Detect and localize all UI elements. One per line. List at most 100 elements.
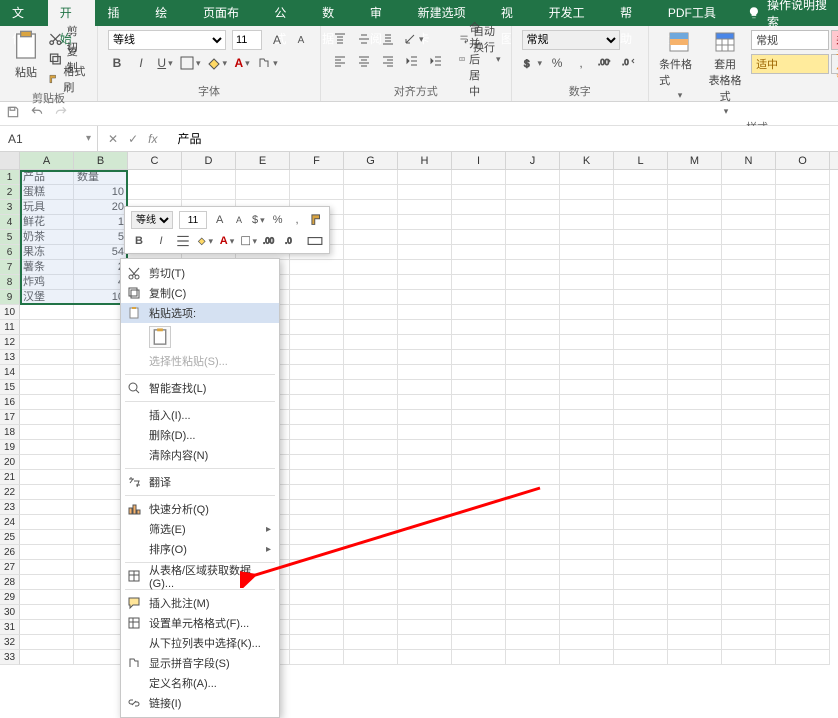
row-header[interactable]: 28 (0, 575, 20, 590)
border-button[interactable] (180, 54, 201, 72)
cell[interactable]: 鲜花 (20, 215, 74, 230)
cell[interactable] (668, 410, 722, 425)
cell[interactable] (398, 305, 452, 320)
cell[interactable] (344, 470, 398, 485)
mini-font-select[interactable]: 等线 (131, 211, 173, 229)
cell[interactable] (506, 575, 560, 590)
cell[interactable] (452, 410, 506, 425)
cell[interactable] (344, 395, 398, 410)
tab-layout[interactable]: 页面布局 (191, 0, 262, 26)
cell[interactable] (452, 215, 506, 230)
cell[interactable] (452, 515, 506, 530)
cell[interactable] (776, 560, 830, 575)
cell[interactable] (398, 335, 452, 350)
cell[interactable] (668, 440, 722, 455)
cell[interactable] (668, 230, 722, 245)
row-header[interactable]: 2 (0, 185, 20, 200)
cell[interactable] (614, 320, 668, 335)
col-header-I[interactable]: I (452, 152, 506, 169)
cell[interactable] (614, 200, 668, 215)
cell[interactable] (344, 185, 398, 200)
row-header[interactable]: 31 (0, 620, 20, 635)
row-header[interactable]: 17 (0, 410, 20, 425)
cell[interactable] (506, 425, 560, 440)
cell[interactable] (506, 650, 560, 665)
cell[interactable] (398, 440, 452, 455)
cell[interactable] (398, 515, 452, 530)
col-header-M[interactable]: M (668, 152, 722, 169)
row-header[interactable]: 6 (0, 245, 20, 260)
cell[interactable] (560, 650, 614, 665)
cell[interactable] (344, 440, 398, 455)
cell[interactable] (452, 590, 506, 605)
cell[interactable] (614, 425, 668, 440)
cell[interactable] (506, 485, 560, 500)
cell[interactable]: 1 (74, 215, 128, 230)
cm-cut[interactable]: 剪切(T) (121, 263, 279, 283)
cell[interactable] (560, 215, 614, 230)
row-header[interactable]: 33 (0, 650, 20, 665)
cell[interactable] (344, 350, 398, 365)
cell[interactable] (20, 575, 74, 590)
col-header-K[interactable]: K (560, 152, 614, 169)
cell[interactable] (776, 500, 830, 515)
cell[interactable] (614, 530, 668, 545)
cell[interactable] (776, 485, 830, 500)
cell[interactable] (668, 290, 722, 305)
cell[interactable] (452, 455, 506, 470)
cell[interactable] (614, 170, 668, 185)
align-bottom-button[interactable] (379, 30, 397, 48)
cell[interactable] (560, 170, 614, 185)
cell[interactable] (398, 170, 452, 185)
cell[interactable] (506, 215, 560, 230)
cell[interactable] (722, 635, 776, 650)
cell[interactable] (128, 170, 182, 185)
cell[interactable] (560, 470, 614, 485)
cell[interactable] (236, 185, 290, 200)
cell[interactable] (506, 635, 560, 650)
cell[interactable] (398, 230, 452, 245)
decrease-indent-button[interactable] (403, 52, 421, 70)
cell[interactable] (722, 170, 776, 185)
cell[interactable] (20, 365, 74, 380)
row-header[interactable]: 14 (0, 365, 20, 380)
orientation-button[interactable] (403, 30, 424, 48)
cell[interactable] (290, 515, 344, 530)
cell[interactable]: 奶茶 (20, 230, 74, 245)
mini-font-size[interactable] (179, 211, 207, 229)
mini-inc-decimal[interactable]: .00 (263, 233, 279, 249)
cell[interactable] (776, 365, 830, 380)
mini-fill-color[interactable] (197, 233, 213, 249)
cell[interactable] (614, 260, 668, 275)
cm-pick-list[interactable]: 从下拉列表中选择(K)... (121, 633, 279, 653)
cell[interactable] (668, 530, 722, 545)
cell[interactable] (290, 590, 344, 605)
cell[interactable] (398, 320, 452, 335)
cell[interactable] (776, 590, 830, 605)
cell[interactable] (668, 260, 722, 275)
align-middle-button[interactable] (355, 30, 373, 48)
cell[interactable] (722, 605, 776, 620)
cell[interactable] (398, 215, 452, 230)
cell[interactable] (776, 620, 830, 635)
mini-align[interactable] (175, 233, 191, 249)
cm-paste-options-header[interactable]: 粘贴选项: (121, 303, 279, 323)
mini-dec-decimal[interactable]: .0 (285, 233, 301, 249)
cell[interactable] (398, 380, 452, 395)
cell[interactable] (398, 410, 452, 425)
cell[interactable] (506, 335, 560, 350)
cm-link[interactable]: 链接(I) (121, 693, 279, 713)
cell[interactable] (20, 470, 74, 485)
cell[interactable] (668, 575, 722, 590)
cell[interactable] (668, 590, 722, 605)
phonetic-button[interactable] (257, 54, 278, 72)
cell[interactable] (506, 590, 560, 605)
cell[interactable] (560, 305, 614, 320)
cell[interactable] (182, 185, 236, 200)
cell[interactable] (452, 530, 506, 545)
row-header[interactable]: 1 (0, 170, 20, 185)
cell[interactable] (398, 635, 452, 650)
cell[interactable] (722, 380, 776, 395)
cm-clear[interactable]: 清除内容(N) (121, 445, 279, 465)
cell[interactable] (290, 560, 344, 575)
